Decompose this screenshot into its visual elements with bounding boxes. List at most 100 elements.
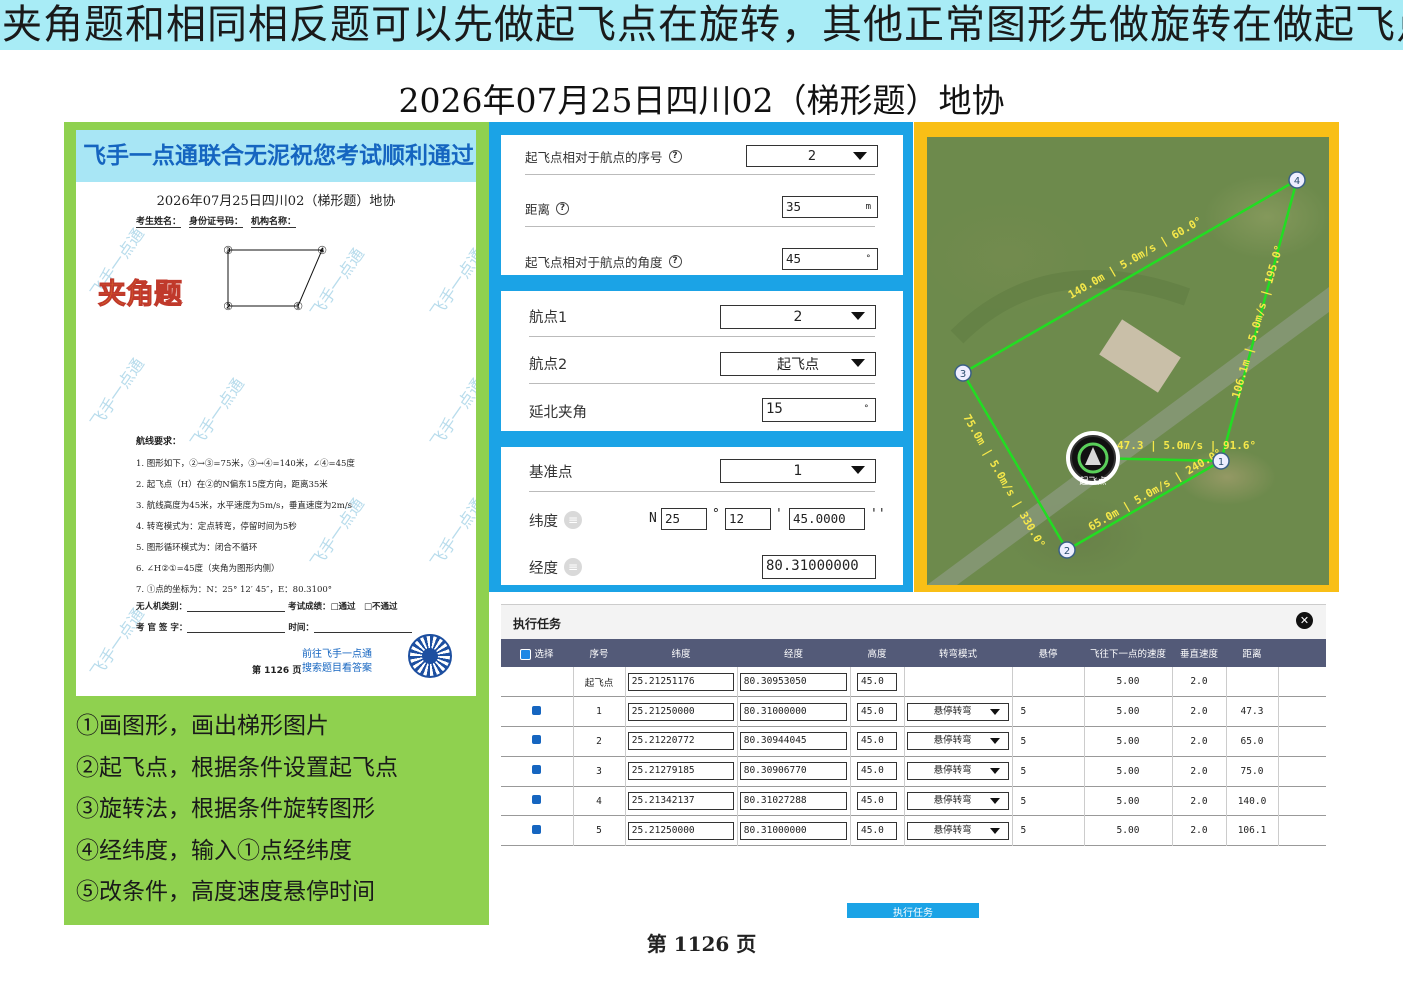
help-icon[interactable]: ?: [668, 150, 682, 163]
col-lon: 经度: [783, 649, 803, 660]
checkbox-icon[interactable]: [532, 765, 542, 775]
table-row: 5 25.21250000 80.31000000 45.0 悬停转弯 5 5.…: [501, 815, 1326, 846]
waypoint1-select[interactable]: 2: [720, 305, 876, 329]
satellite-map[interactable]: 140.0m | 5.0m/s | 60.0° 106.1m | 5.0m/s …: [927, 137, 1329, 585]
alt-input[interactable]: 45.0: [857, 672, 897, 691]
chevron-down-icon: [990, 738, 1001, 745]
lat-sec-input[interactable]: 45.0000: [789, 508, 865, 530]
table-header: 选择 序号 纬度 经度 高度 转弯模式 悬停 飞往下一点的速度 垂直速度 距离: [501, 639, 1326, 667]
alt-input[interactable]: 45.0: [857, 702, 897, 721]
help-icon[interactable]: ?: [668, 254, 682, 268]
help-icon[interactable]: ?: [556, 202, 570, 215]
page-number: 第 1126 页: [646, 932, 757, 956]
north-angle-input[interactable]: 15 °: [762, 398, 876, 422]
lat-direction: N: [649, 511, 657, 526]
col-mode: 转弯模式: [938, 649, 977, 660]
sketch-point-2: ②: [223, 300, 233, 313]
lat-input[interactable]: 25.21279185: [627, 762, 735, 781]
task-panel-title: 执行任务: [513, 617, 562, 631]
turn-mode-select[interactable]: 悬停转弯: [906, 792, 1010, 811]
chevron-down-icon: [990, 827, 1001, 834]
paper-link[interactable]: 前往飞手一点通 搜索题目看答案: [302, 648, 372, 676]
chevron-down-icon: [990, 768, 1001, 775]
task-panel: 执行任务 ✕ 选择 序号 纬度 经度 高度 转弯模式 悬停 飞往下一点的速度 垂…: [501, 604, 1326, 918]
step-item: ⑤改条件，高度速度悬停时间: [76, 879, 375, 905]
edge-label: 106.1m | 5.0m/s | 195.0°: [1229, 243, 1285, 399]
step-item: ④经纬度，输入①点经纬度: [76, 837, 352, 864]
requirements-list: 1. 图形如下，②→③=75米，③→④=140米，∠④=45度 2. 起飞点（H…: [136, 454, 456, 601]
execute-task-button[interactable]: 执行任务: [847, 903, 979, 918]
waypoint2-select[interactable]: 起飞点: [720, 352, 876, 376]
requirement-item: 3. 航线高度为45米，水平速度为5m/s，垂直速度为2m/s: [136, 501, 353, 511]
requirement-item: 2. 起飞点（H）在②的N偏东15度方向，距离35米: [136, 480, 328, 490]
longitude-row: 经度 ≡: [529, 547, 649, 587]
lat-input[interactable]: 25.21250000: [627, 702, 735, 721]
exam-paper-panel: 飞手一点通联合无泥祝您考试顺利通过 飞手一点通 飞手一点通 飞手一点通 飞手一点…: [64, 122, 489, 925]
watermark: 飞手一点通: [186, 374, 248, 452]
step-item: ③旋转法，根据条件旋转图形: [76, 796, 375, 822]
checkbox-icon[interactable]: [532, 824, 542, 834]
alt-input[interactable]: 45.0: [857, 762, 897, 781]
alt-input[interactable]: 45.0: [857, 821, 897, 840]
lat-min-input[interactable]: 12: [725, 508, 771, 530]
lon-input[interactable]: 80.30906770: [739, 762, 848, 781]
lon-input[interactable]: 80.30944045: [739, 732, 848, 751]
checkbox-icon[interactable]: [520, 649, 532, 660]
col-select[interactable]: 选择: [501, 639, 573, 667]
checkbox-icon[interactable]: [532, 735, 542, 745]
paper-header: 飞手一点通联合无泥祝您考试顺利通过: [76, 130, 476, 182]
equals-icon[interactable]: ≡: [564, 558, 582, 576]
lat-input[interactable]: 25.21251176: [627, 672, 735, 691]
table-row: 4 25.21342137 80.31027288 45.0 悬停转弯 5 5.…: [501, 786, 1326, 816]
takeoff-seq-select[interactable]: 2: [746, 145, 878, 167]
chevron-down-icon: [853, 152, 867, 160]
takeoff-settings-card: 起飞点相对于航点的序号? 2 距离? 35 m 起飞点相对于航点的角度? 45 °: [501, 135, 903, 275]
building: [1099, 319, 1181, 393]
settings-panel: 起飞点相对于航点的序号? 2 距离? 35 m 起飞点相对于航点的角度? 45 ° …: [489, 122, 913, 592]
col-alt: 高度: [867, 649, 887, 660]
lat-input[interactable]: 25.21342137: [627, 792, 735, 811]
lat-deg-input[interactable]: 25: [661, 508, 707, 530]
alt-input[interactable]: 45.0: [857, 792, 897, 811]
base-point-select[interactable]: 1: [720, 459, 876, 483]
lon-input[interactable]: 80.31000000: [739, 821, 848, 840]
paper-title: 2026年07月25日四川02（梯形题）地协: [156, 194, 396, 209]
steps-list: ①画图形，画出梯形图片 ②起飞点，根据条件设置起飞点 ③旋转法，根据条件旋转图形…: [76, 706, 486, 914]
col-lat: 纬度: [671, 649, 691, 660]
lon-input[interactable]: 80.31000000: [739, 702, 848, 721]
sketch-point-1: ①: [293, 300, 303, 313]
checkbox-icon[interactable]: [532, 705, 542, 715]
turn-mode-select[interactable]: 悬停转弯: [906, 702, 1010, 721]
equals-icon[interactable]: ≡: [564, 511, 582, 529]
paper-page-number: 第 1126 页: [252, 666, 302, 676]
alt-input[interactable]: 45.0: [857, 732, 897, 751]
paper-field-name: 考生姓名：: [136, 214, 182, 228]
lat-input[interactable]: 25.21250000: [627, 821, 735, 840]
longitude-input[interactable]: 80.31000000: [762, 555, 876, 579]
table-row: 1 25.21250000 80.31000000 45.0 悬停转弯 5 5.…: [501, 696, 1326, 727]
turn-mode-select[interactable]: 悬停转弯: [906, 762, 1010, 781]
lat-input[interactable]: 25.21220772: [627, 732, 735, 751]
svg-text:3: 3: [960, 369, 966, 380]
paper-field-org: 机构名称：: [251, 214, 297, 228]
paper-field-id: 身份证号码：: [189, 214, 244, 228]
requirement-item: 5. 图形循环模式为：闭合不循环: [136, 543, 258, 553]
svg-text:1: 1: [1218, 457, 1224, 468]
route-overlay: 140.0m | 5.0m/s | 60.0° 106.1m | 5.0m/s …: [927, 171, 1329, 585]
chevron-down-icon: [990, 798, 1001, 805]
takeoff-distance-input[interactable]: 35 m: [782, 196, 878, 218]
takeoff-angle-input[interactable]: 45 °: [782, 248, 878, 270]
second-mark: '': [870, 507, 886, 522]
lon-input[interactable]: 80.30953050: [739, 672, 848, 691]
paper-fields: 考生姓名： 身份证号码： 机构名称：: [136, 214, 426, 228]
turn-mode-select[interactable]: 悬停转弯: [906, 821, 1010, 840]
question-type-tag: 夹角题: [97, 277, 183, 311]
chevron-down-icon: [851, 359, 865, 367]
turn-mode-select[interactable]: 悬停转弯: [906, 732, 1010, 751]
requirement-item: 4. 转弯模式为：定点转弯，停留时间为5秒: [136, 522, 297, 532]
edge-label: 47.3 | 5.0m/s | 91.6°: [1117, 439, 1256, 452]
checkbox-icon[interactable]: [532, 795, 542, 805]
close-icon[interactable]: ✕: [1296, 612, 1313, 629]
lon-input[interactable]: 80.31027288: [739, 792, 848, 811]
svg-text:2: 2: [1064, 546, 1070, 557]
